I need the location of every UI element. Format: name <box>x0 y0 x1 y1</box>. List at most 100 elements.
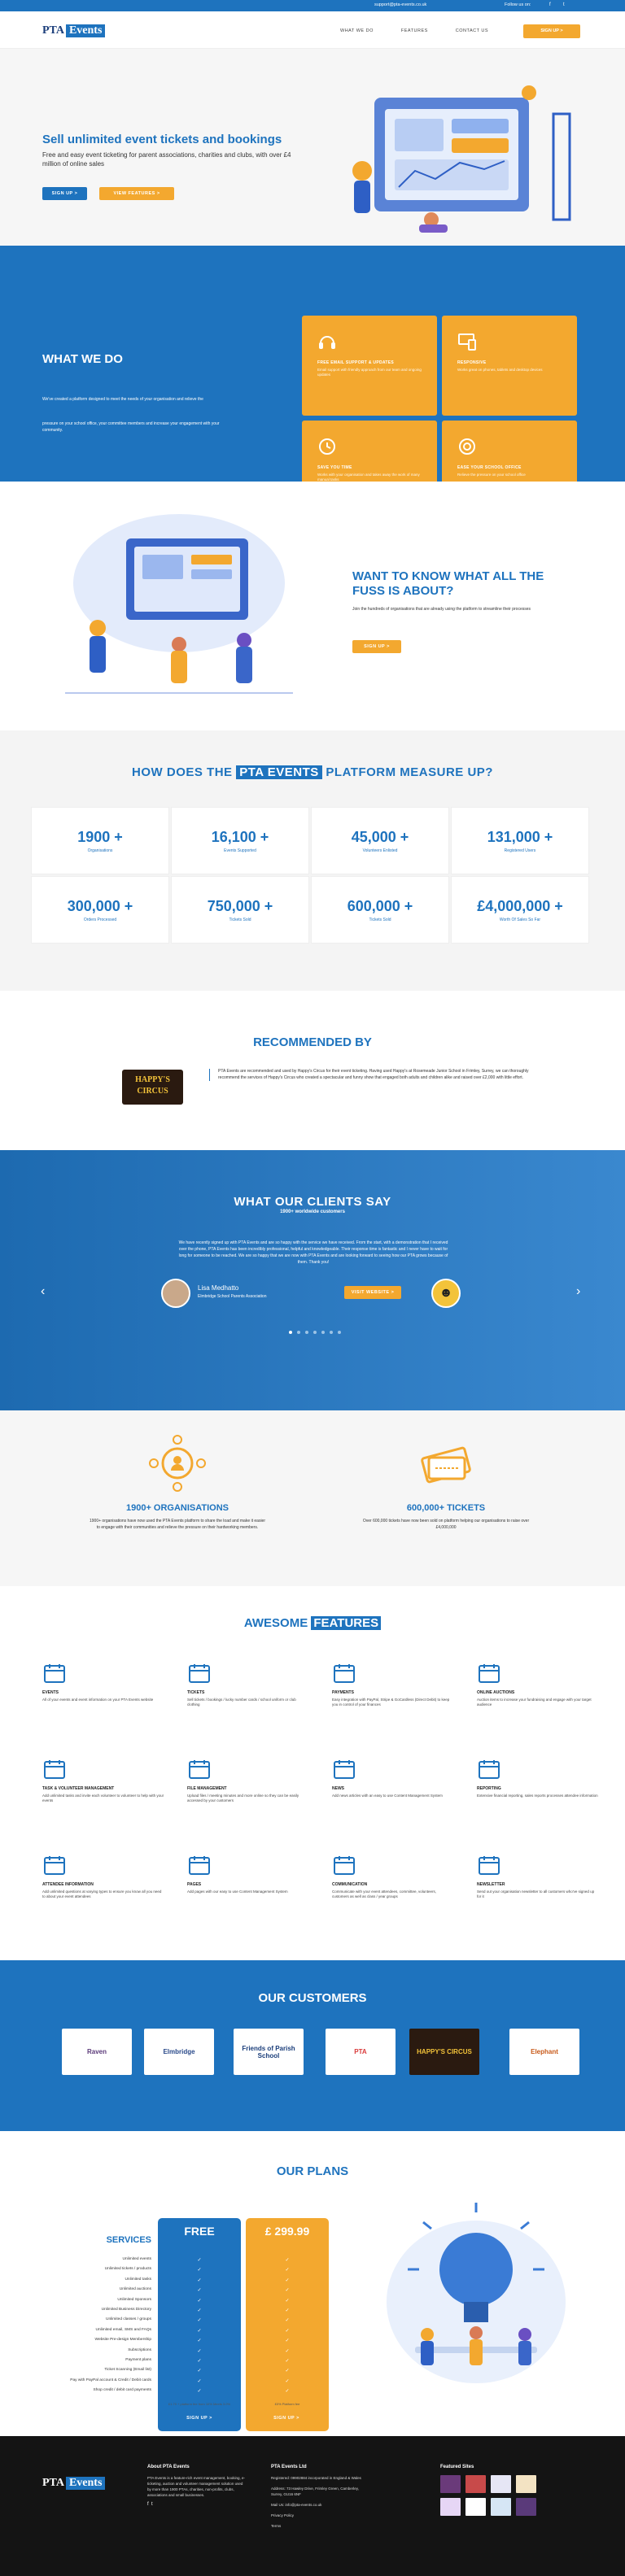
what-we-do-title: WHAT WE DO <box>42 352 123 366</box>
card-title: FREE EMAIL SUPPORT & UPDATES <box>317 360 395 365</box>
tickets-icon <box>421 1446 471 1484</box>
carousel-next-icon[interactable]: › <box>576 1284 580 1299</box>
check-icon: ✓ <box>285 2258 290 2263</box>
feature-item: PAGES Add pages with our easy to use Cont… <box>187 1854 309 1894</box>
tickets-text: Over 600,000 tickets have now been sold … <box>362 1519 530 1530</box>
nav-features[interactable]: FEATURES <box>401 28 428 33</box>
nav-what-we-do[interactable]: WHAT WE DO <box>340 28 374 33</box>
carousel-dot[interactable] <box>330 1331 333 1334</box>
feature-item: NEWSLETTER Send out your organisation new… <box>477 1854 599 1899</box>
feature-text: Extensive financial reporting, sales rep… <box>477 1794 598 1798</box>
plans-title: OUR PLANS <box>276 2164 349 2178</box>
footer-logo[interactable]: PTA Events <box>42 2477 106 2490</box>
features-title: AWESOME FEATURES <box>0 1616 625 1630</box>
auction-icon <box>479 1664 500 1683</box>
check-icon: ✓ <box>285 2348 290 2354</box>
stats-title-highlight: PTA EVENTS <box>236 765 322 779</box>
testimonial-quote: We have recently signed up with PTA Even… <box>178 1240 448 1265</box>
stat-label: Worth Of Sales So Far <box>499 918 541 922</box>
carousel-dot[interactable] <box>321 1331 325 1334</box>
card-text: Email support with friendly approach fro… <box>317 368 422 377</box>
featured-site-thumb[interactable] <box>491 2475 511 2493</box>
testimonial-name: Lisa Medhatto <box>198 1284 239 1292</box>
twitter-icon[interactable]: t <box>563 2 565 7</box>
carousel-dot[interactable] <box>313 1331 317 1334</box>
feature-title: ONLINE AUCTIONS <box>477 1690 515 1695</box>
what-we-do-section: WHAT WE DO We've created a platform desi… <box>0 246 625 521</box>
free-plan-title: FREE <box>184 2225 215 2238</box>
file-icon <box>189 1760 210 1779</box>
featured-sites-title: Featured Sites <box>440 2465 474 2469</box>
stat-card: 750,000 + Tickets Sold <box>171 876 309 944</box>
service-row: Unlimited tasks <box>125 2277 151 2282</box>
client-logo-icon: ☻ <box>431 1279 461 1308</box>
nav-links: WHAT WE DO FEATURES CONTACT US <box>340 28 488 33</box>
facebook-icon[interactable]: f <box>147 2502 149 2507</box>
carousel-dot[interactable] <box>289 1331 292 1334</box>
testimonials-subtitle: 1900+ worldwide customers <box>280 1210 345 1214</box>
footer-company: PTA Events Ltd Registered: 09902884 inco… <box>271 2465 369 2529</box>
orgs-text: 1900+ organisations have now used the PT… <box>89 1519 265 1530</box>
terms-link[interactable]: Terms <box>271 2523 369 2529</box>
footer-address: Address: 73 Hawley Drive, Frimley Green,… <box>271 2487 359 2496</box>
communication-icon <box>334 1856 355 1875</box>
free-plan-ticks: ✓ ✓ ✓ ✓ ✓ ✓ ✓ ✓ ✓ ✓ ✓ ✓ ✓ ✓ <box>158 2257 241 2398</box>
feature-item: REPORTING Extensive financial reporting, … <box>477 1758 599 1798</box>
support-email-link[interactable]: support@pta-events.co.uk <box>374 2 426 7</box>
carousel-dot[interactable] <box>338 1331 341 1334</box>
check-icon: ✓ <box>285 2277 290 2283</box>
feature-title: EVENTS <box>42 1690 59 1695</box>
feature-text: Easy integration with PayPal, Stripe & G… <box>332 1698 450 1706</box>
feature-card-support: FREE EMAIL SUPPORT & UPDATES Email suppo… <box>302 316 437 416</box>
stat-label: Tickets Sold <box>229 918 251 922</box>
footer-email-link[interactable]: Mail Us: info@pta-events.co.uk <box>271 2502 369 2508</box>
check-icon: ✓ <box>197 2277 202 2283</box>
paid-signup-button[interactable]: SIGN UP > <box>262 2412 311 2425</box>
customer-logo: PTA <box>326 2029 396 2075</box>
nav-contact-us[interactable]: CONTACT US <box>456 28 488 33</box>
free-signup-button[interactable]: SIGN UP > <box>175 2412 224 2425</box>
feature-item: NEWS Add news articles with an easy to us… <box>332 1758 454 1798</box>
stat-label: Volunteers Enlisted <box>362 848 398 853</box>
feature-item: COMMUNICATION Communicate with your event… <box>332 1854 454 1899</box>
featured-site-thumb[interactable] <box>440 2498 461 2516</box>
carousel-dot[interactable] <box>297 1331 300 1334</box>
visit-website-button[interactable]: VISIT WEBSITE > <box>344 1286 401 1299</box>
service-row: Ticket Scanning (Email list) <box>104 2368 151 2373</box>
featured-site-thumb[interactable] <box>440 2475 461 2493</box>
featured-site-thumb[interactable] <box>516 2475 536 2493</box>
fuss-text: Join the hundreds of organisations that … <box>352 607 531 612</box>
feature-card-responsive: RESPONSIVE Works great on phones, tablet… <box>442 316 577 416</box>
recommended-title: RECOMMENDED BY <box>253 1035 372 1049</box>
feature-text: Upload files / meeting minutes and more … <box>187 1794 299 1802</box>
hero-text: Free and easy event ticketing for parent… <box>42 151 291 168</box>
view-features-button[interactable]: VIEW FEATURES > <box>99 187 174 200</box>
stat-number: £4,000,000 + <box>477 898 563 914</box>
services-heading: SERVICES <box>106 2235 151 2245</box>
featured-site-thumb[interactable] <box>465 2498 486 2516</box>
privacy-policy-link[interactable]: Privacy Policy <box>271 2513 369 2518</box>
featured-site-thumb[interactable] <box>516 2498 536 2516</box>
customer-logo: Raven <box>62 2029 132 2075</box>
stats-section: HOW DOES THE PTA EVENTS PLATFORM MEASURE… <box>0 730 625 991</box>
paid-plan-column: £ 299.99 ✓ ✓ ✓ ✓ ✓ ✓ ✓ ✓ ✓ ✓ ✓ ✓ ✓ ✓ <box>246 2218 329 2431</box>
customer-logo: Elephant <box>509 2029 579 2075</box>
check-icon: ✓ <box>197 2358 202 2364</box>
facebook-icon[interactable]: f <box>549 2 551 7</box>
hero-signup-button[interactable]: SIGN UP > <box>42 187 87 200</box>
site-logo[interactable]: PTA Events <box>42 24 106 37</box>
fuss-signup-button[interactable]: SIGN UP > <box>352 640 401 653</box>
featured-site-thumb[interactable] <box>491 2498 511 2516</box>
features-title-highlight: FEATURES <box>311 1616 382 1630</box>
lifebuoy-icon <box>459 438 475 455</box>
feature-text: All of your events and event information… <box>42 1698 154 1702</box>
featured-site-thumb[interactable] <box>465 2475 486 2493</box>
feature-item: TICKETS Sell tickets / bookings / lucky n… <box>187 1662 309 1707</box>
carousel-dot[interactable] <box>305 1331 308 1334</box>
footer-about: About PTA Events PTA Events is a feature… <box>147 2465 245 2508</box>
check-icon: ✓ <box>285 2389 290 2395</box>
nav-signup-button[interactable]: SIGN UP > <box>523 24 580 38</box>
check-icon: ✓ <box>197 2268 202 2273</box>
twitter-icon[interactable]: t <box>151 2502 153 2507</box>
carousel-prev-icon[interactable]: ‹ <box>41 1284 45 1299</box>
